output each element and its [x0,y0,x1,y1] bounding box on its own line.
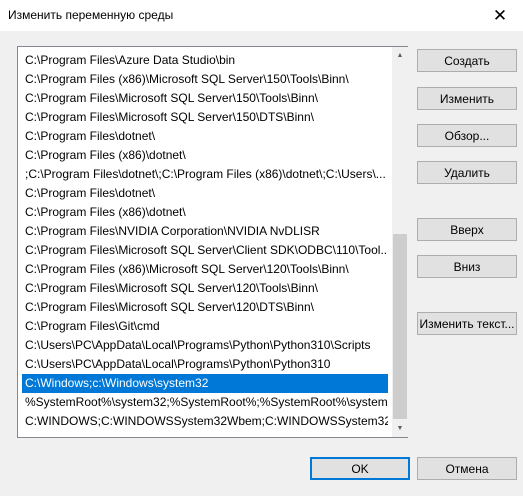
browse-button[interactable]: Обзор... [417,124,517,147]
list-item[interactable]: C:\Users\PC\AppData\Local\Programs\Pytho… [22,336,388,355]
delete-button[interactable]: Удалить [417,161,517,184]
list-item[interactable]: C:\Program Files\Microsoft SQL Server\Cl… [22,241,388,260]
move-up-button[interactable]: Вверх [417,218,517,241]
edit-button[interactable]: Изменить [417,87,517,110]
create-button[interactable]: Создать [417,49,517,72]
scroll-down-icon[interactable]: ▼ [392,420,408,437]
title-bar: Изменить переменную среды ✕ [0,0,523,31]
list-item[interactable]: %SystemRoot%\system32;%SystemRoot%;%Syst… [22,393,388,412]
close-icon[interactable]: ✕ [477,0,523,31]
list-item[interactable]: C:\Program Files\Microsoft SQL Server\15… [22,89,388,108]
ok-button[interactable]: OK [310,457,410,480]
list-item[interactable]: C:\Program Files\Microsoft SQL Server\12… [22,279,388,298]
scroll-up-icon[interactable]: ▲ [392,47,408,64]
vertical-scrollbar[interactable]: ▲ ▼ [392,47,408,437]
edit-text-button[interactable]: Изменить текст... [417,312,517,335]
list-item[interactable]: C:\Program Files\NVIDIA Corporation\NVID… [22,222,388,241]
list-item[interactable]: C:\Program Files (x86)\dotnet\ [22,203,388,222]
window-title: Изменить переменную среды [8,8,174,22]
list-item[interactable]: C:\Program Files (x86)\Microsoft SQL Ser… [22,70,388,89]
list-item[interactable]: C:\Program Files\Microsoft SQL Server\15… [22,108,388,127]
list-item[interactable]: C:\Program Files\Git\cmd [22,317,388,336]
list-item[interactable]: C:\Program Files\Microsoft SQL Server\12… [22,298,388,317]
list-item[interactable]: C:\Program Files (x86)\dotnet\ [22,146,388,165]
path-list[interactable]: ▲ ▼ C:\Program Files\Azure Data Studio\b… [17,46,408,438]
list-item[interactable]: C:WINDOWS;C:WINDOWSSystem32Wbem;C:WINDOW… [22,412,388,431]
list-item[interactable]: ;C:\Program Files\dotnet\;C:\Program Fil… [22,165,388,184]
move-down-button[interactable]: Вниз [417,255,517,278]
list-item[interactable]: C:\Users\PC\AppData\Local\Programs\Pytho… [22,355,388,374]
list-item[interactable]: C:\Program Files\dotnet\ [22,184,388,203]
list-item[interactable]: C:\Windows;c:\Windows\system32 [22,374,388,393]
list-item[interactable]: C:\Program Files\Azure Data Studio\bin [22,51,388,70]
scrollbar-thumb[interactable] [393,234,407,419]
list-item[interactable]: C:\Program Files\dotnet\ [22,127,388,146]
list-item[interactable]: C:\Program Files (x86)\Microsoft SQL Ser… [22,260,388,279]
cancel-button[interactable]: Отмена [417,457,517,480]
